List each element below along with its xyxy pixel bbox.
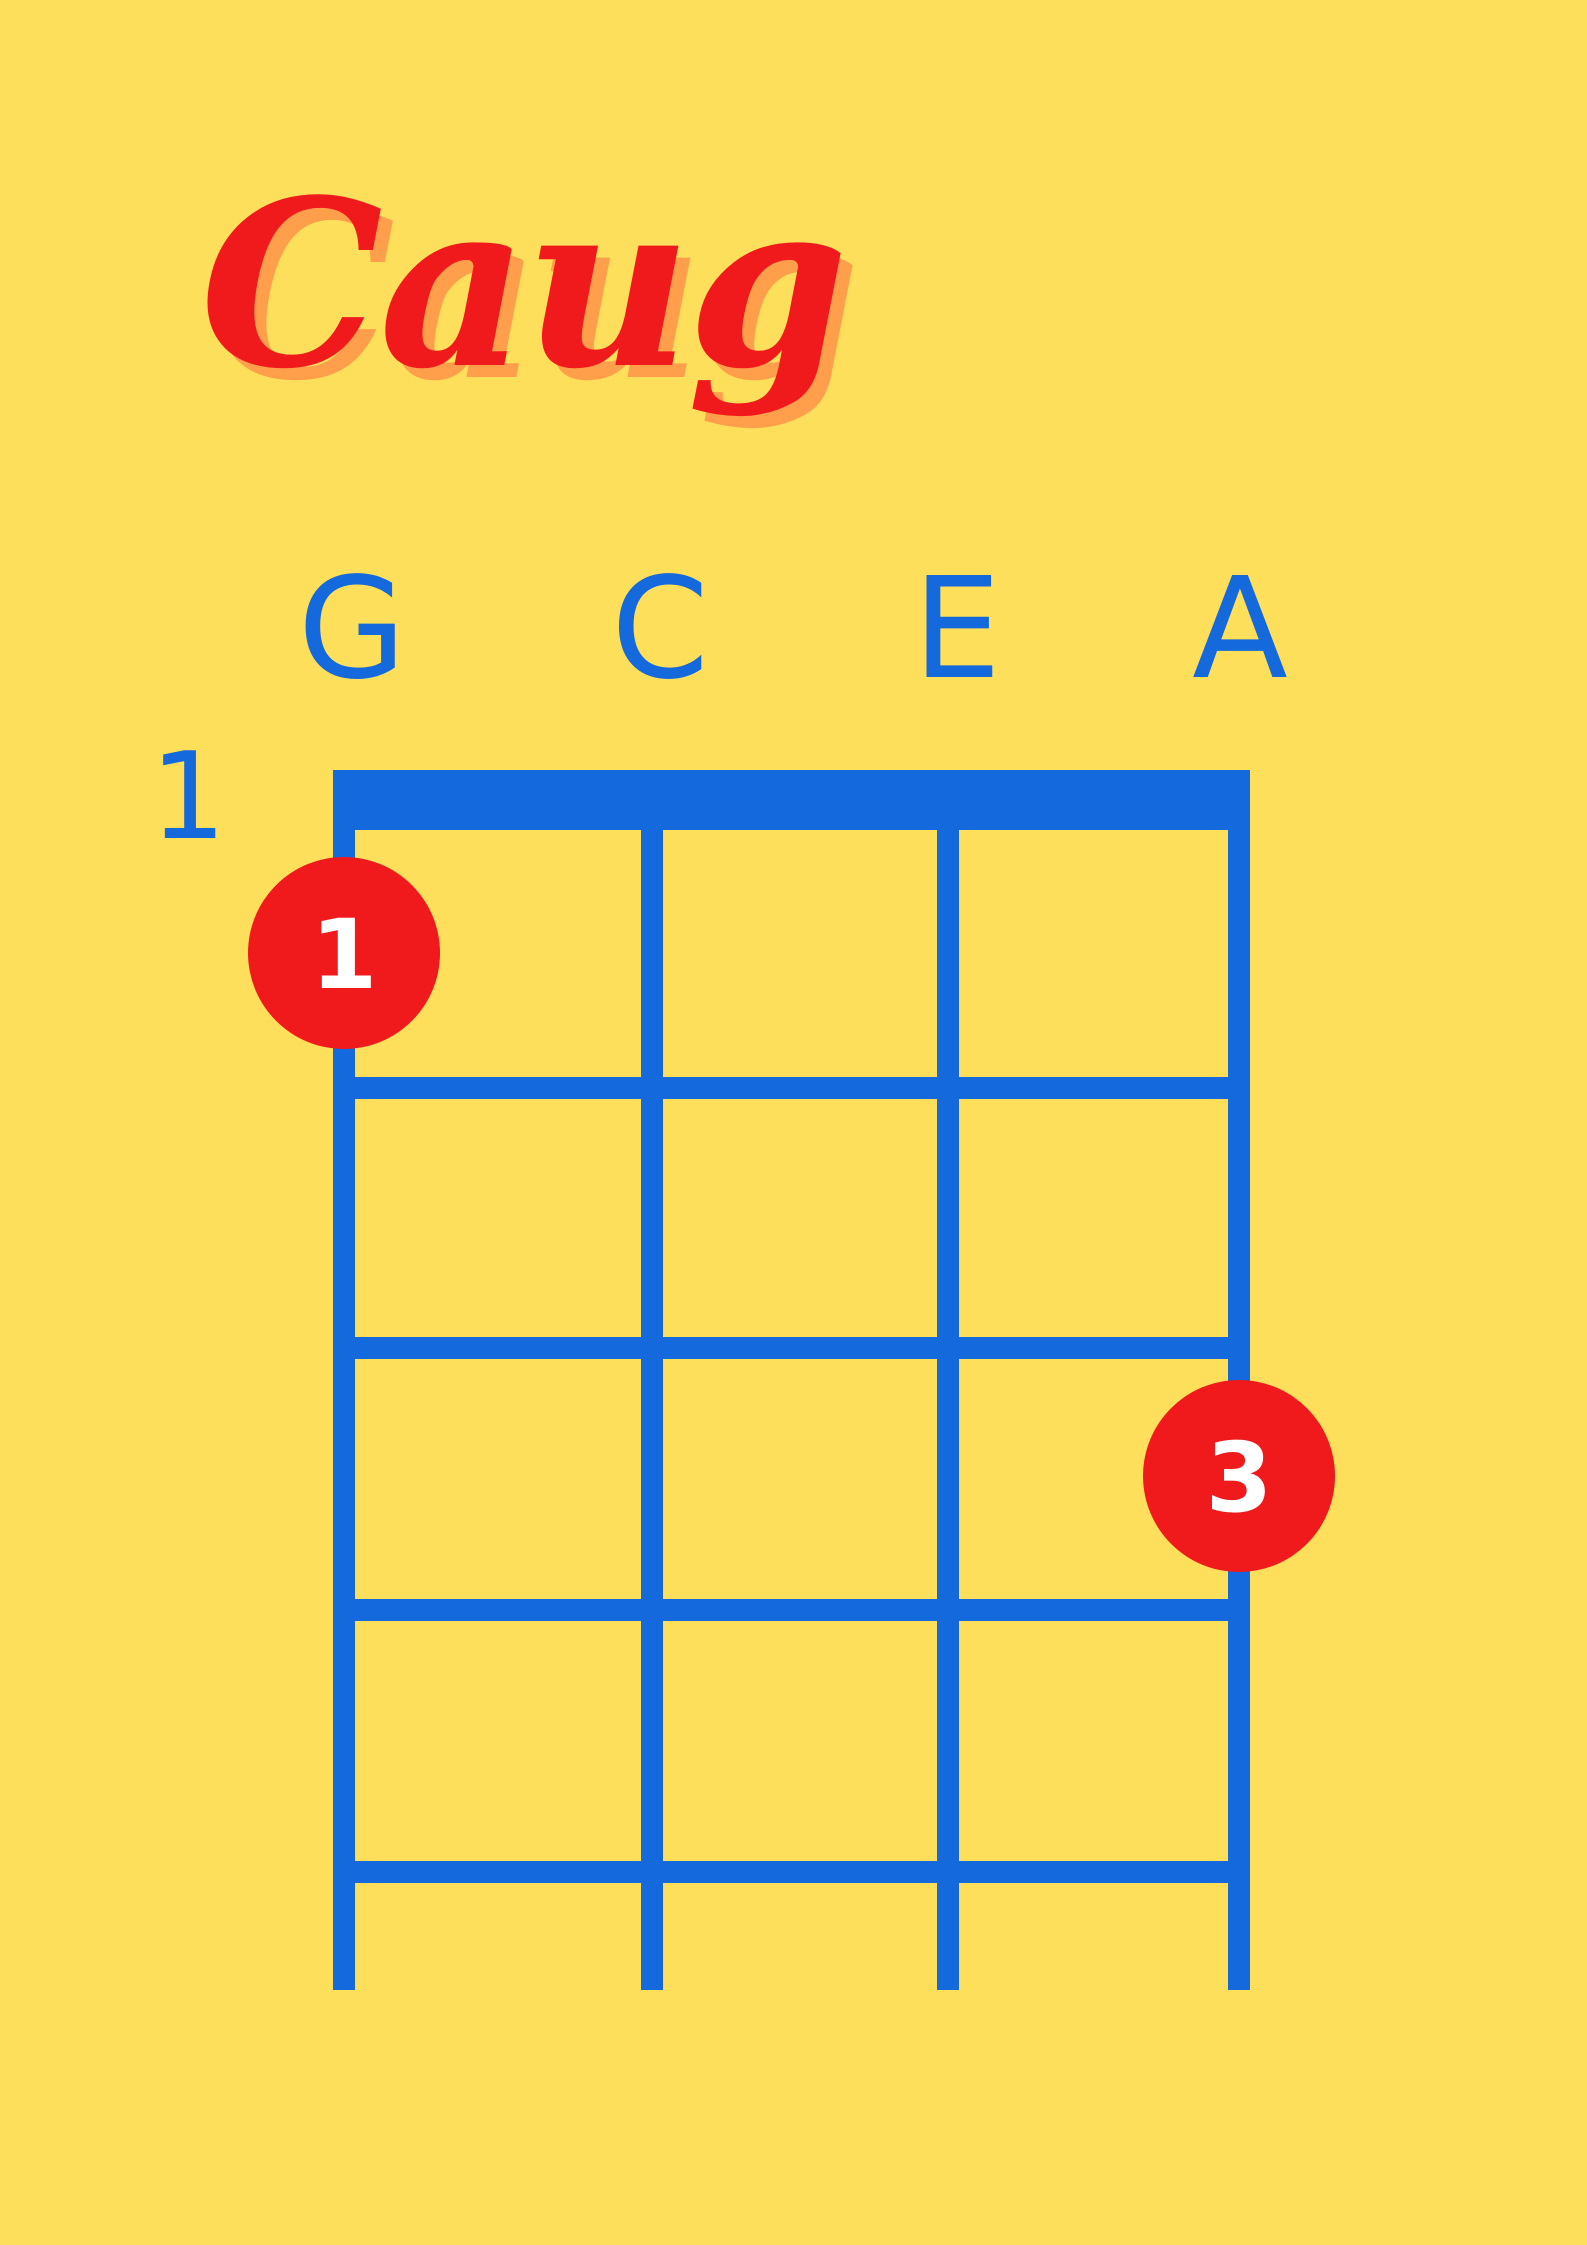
string-line-c bbox=[641, 770, 663, 1990]
fret-line-2 bbox=[344, 1337, 1239, 1359]
finger-number: 1 bbox=[311, 899, 378, 1011]
fretboard: 13 bbox=[248, 770, 1335, 1990]
string-line-e bbox=[937, 770, 959, 1990]
finger-dot-3: 3 bbox=[1143, 1380, 1335, 1572]
nut bbox=[333, 770, 1250, 830]
fret-line-3 bbox=[344, 1599, 1239, 1621]
finger-dot-1: 1 bbox=[248, 857, 440, 1049]
fretboard-grid bbox=[333, 770, 1250, 1990]
fret-line-1 bbox=[344, 1077, 1239, 1099]
fret-line-4 bbox=[344, 1861, 1239, 1883]
finger-number: 3 bbox=[1206, 1422, 1273, 1534]
finger-dots: 13 bbox=[248, 857, 1335, 1572]
